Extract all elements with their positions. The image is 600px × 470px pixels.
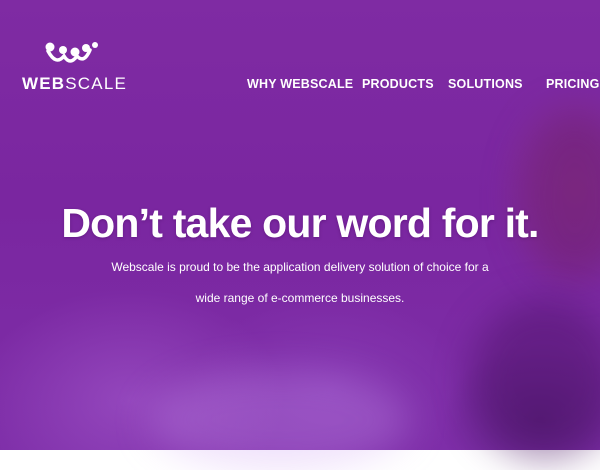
background-photo-shape	[150, 370, 410, 470]
nav-why-webscale[interactable]: WHY WEBSCALE	[247, 77, 353, 91]
webscale-logo-icon	[45, 42, 98, 63]
hero-headline: Don’t take our word for it.	[61, 200, 539, 246]
nav-products[interactable]: PRODUCTS	[362, 77, 434, 91]
nav-pricing[interactable]: PRICING	[546, 77, 600, 91]
main-navigation: WHY WEBSCALE PRODUCTS SOLUTIONS PRICING	[0, 77, 600, 93]
background-photo-shape	[470, 300, 600, 460]
nav-solutions[interactable]: SOLUTIONS	[448, 77, 523, 91]
background-photo-shape	[520, 110, 600, 280]
hero-subtext-line2: wide range of e-commerce businesses.	[195, 291, 405, 305]
hero-subtext-line1: Webscale is proud to be the application …	[111, 260, 489, 274]
